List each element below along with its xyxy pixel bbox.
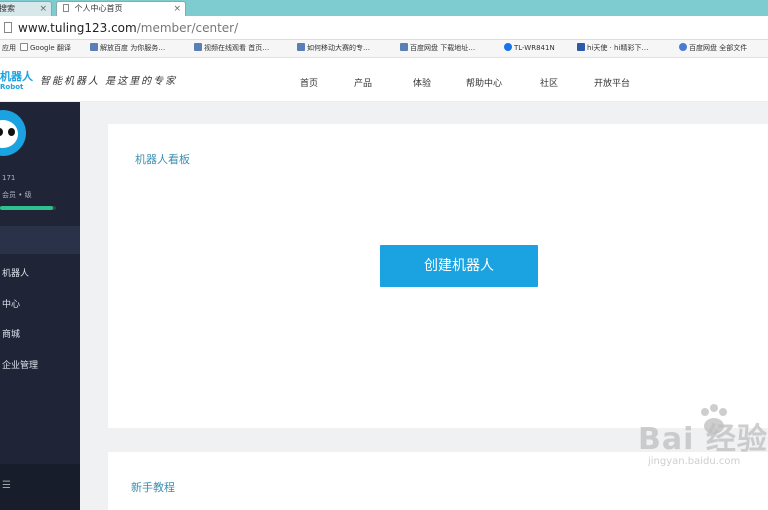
sidebar-item-enterprise[interactable]: 企业管理 bbox=[2, 358, 38, 371]
bookmark-item[interactable]: 如何移动大赛的专… bbox=[297, 43, 370, 53]
nav-experience[interactable]: 体验 bbox=[413, 76, 431, 89]
sidebar-item-active[interactable] bbox=[0, 226, 80, 254]
watermark: Bai 经验 bbox=[638, 422, 768, 457]
nav-help-center[interactable]: 帮助中心 bbox=[466, 76, 502, 89]
browser-tab-search[interactable]: 搜索 × bbox=[0, 1, 52, 16]
url-host: www.tuling123.com bbox=[18, 21, 137, 35]
nav-products[interactable]: 产品 bbox=[354, 76, 372, 89]
bookmark-item[interactable]: TL-WR841N bbox=[504, 43, 555, 52]
bookmark-icon bbox=[400, 43, 408, 51]
nav-community[interactable]: 社区 bbox=[540, 76, 558, 89]
page-icon bbox=[20, 43, 28, 51]
sidebar-item-mall[interactable]: 商城 bbox=[2, 327, 20, 340]
url-path: /member/center/ bbox=[136, 21, 239, 35]
bookmark-apps[interactable]: 应用 bbox=[2, 43, 16, 53]
url-text[interactable]: www.tuling123.com/member/center/ bbox=[18, 21, 238, 35]
browser-tab-member-center[interactable]: 个人中心首页 × bbox=[56, 1, 186, 16]
user-id: 171 bbox=[2, 174, 16, 182]
logo-text[interactable]: 机器人 bbox=[0, 68, 33, 84]
page-icon bbox=[4, 22, 12, 33]
user-level: 会员 • 级 bbox=[2, 191, 32, 199]
create-robot-button[interactable]: 创建机器人 bbox=[380, 245, 538, 287]
bookmark-item[interactable]: 百度网盘 下载地址… bbox=[400, 43, 475, 53]
globe-icon bbox=[504, 43, 512, 51]
tab-label: 个人中心首页 bbox=[74, 4, 123, 13]
bookmark-item[interactable]: 解放百度 为你服务… bbox=[90, 43, 165, 53]
nav-home[interactable]: 首页 bbox=[300, 76, 318, 89]
site-header: 机器人 Robot 智能机器人 是这里的专家 首页 产品 体验 帮助中心 社区 … bbox=[0, 58, 768, 102]
level-progress-bar bbox=[0, 206, 56, 210]
close-icon[interactable]: × bbox=[39, 2, 47, 16]
bookmark-item[interactable]: hi天使 · hi精彩下… bbox=[577, 43, 648, 53]
bookmark-icon bbox=[194, 43, 202, 51]
bookmark-icon bbox=[297, 43, 305, 51]
sidebar-footer: ☰ bbox=[0, 464, 80, 510]
logo-subtext: Robot bbox=[0, 83, 24, 91]
sidebar-item-center[interactable]: 中心 bbox=[2, 297, 20, 310]
avatar[interactable] bbox=[0, 110, 26, 156]
panda-eye bbox=[8, 128, 15, 136]
tab-label: 搜索 bbox=[0, 4, 15, 13]
nav-open-platform[interactable]: 开放平台 bbox=[594, 76, 630, 89]
bookmarks-bar: 应用 Google 翻译 解放百度 为你服务… 视频在线观看 首页… 如何移动大… bbox=[0, 40, 768, 58]
bookmark-icon bbox=[90, 43, 98, 51]
page-icon bbox=[63, 4, 69, 12]
address-bar[interactable]: www.tuling123.com/member/center/ bbox=[0, 16, 768, 40]
browser-tab-bar: 搜索 × 个人中心首页 × bbox=[0, 0, 768, 16]
bookmark-item[interactable]: Google 翻译 bbox=[20, 43, 71, 53]
board-title: 机器人看板 bbox=[135, 153, 190, 166]
cloud-icon bbox=[679, 43, 687, 51]
robot-board-card: 机器人看板 创建机器人 bbox=[108, 124, 768, 428]
tutorial-title[interactable]: 新手教程 bbox=[131, 479, 175, 495]
close-icon[interactable]: × bbox=[173, 2, 181, 16]
level-progress-fill bbox=[0, 206, 54, 210]
menu-icon[interactable]: ☰ bbox=[2, 480, 11, 491]
bookmark-icon bbox=[577, 43, 585, 51]
sidebar: 171 会员 • 级 机器人 中心 商城 企业管理 ☰ bbox=[0, 102, 80, 510]
watermark-url: jingyan.baidu.com bbox=[648, 456, 741, 467]
bookmark-item[interactable]: 百度网盘 全部文件 bbox=[679, 43, 747, 53]
slogan: 智能机器人 是这里的专家 bbox=[40, 76, 178, 87]
sidebar-item-robots[interactable]: 机器人 bbox=[2, 266, 29, 279]
bookmark-item[interactable]: 视频在线观看 首页… bbox=[194, 43, 269, 53]
